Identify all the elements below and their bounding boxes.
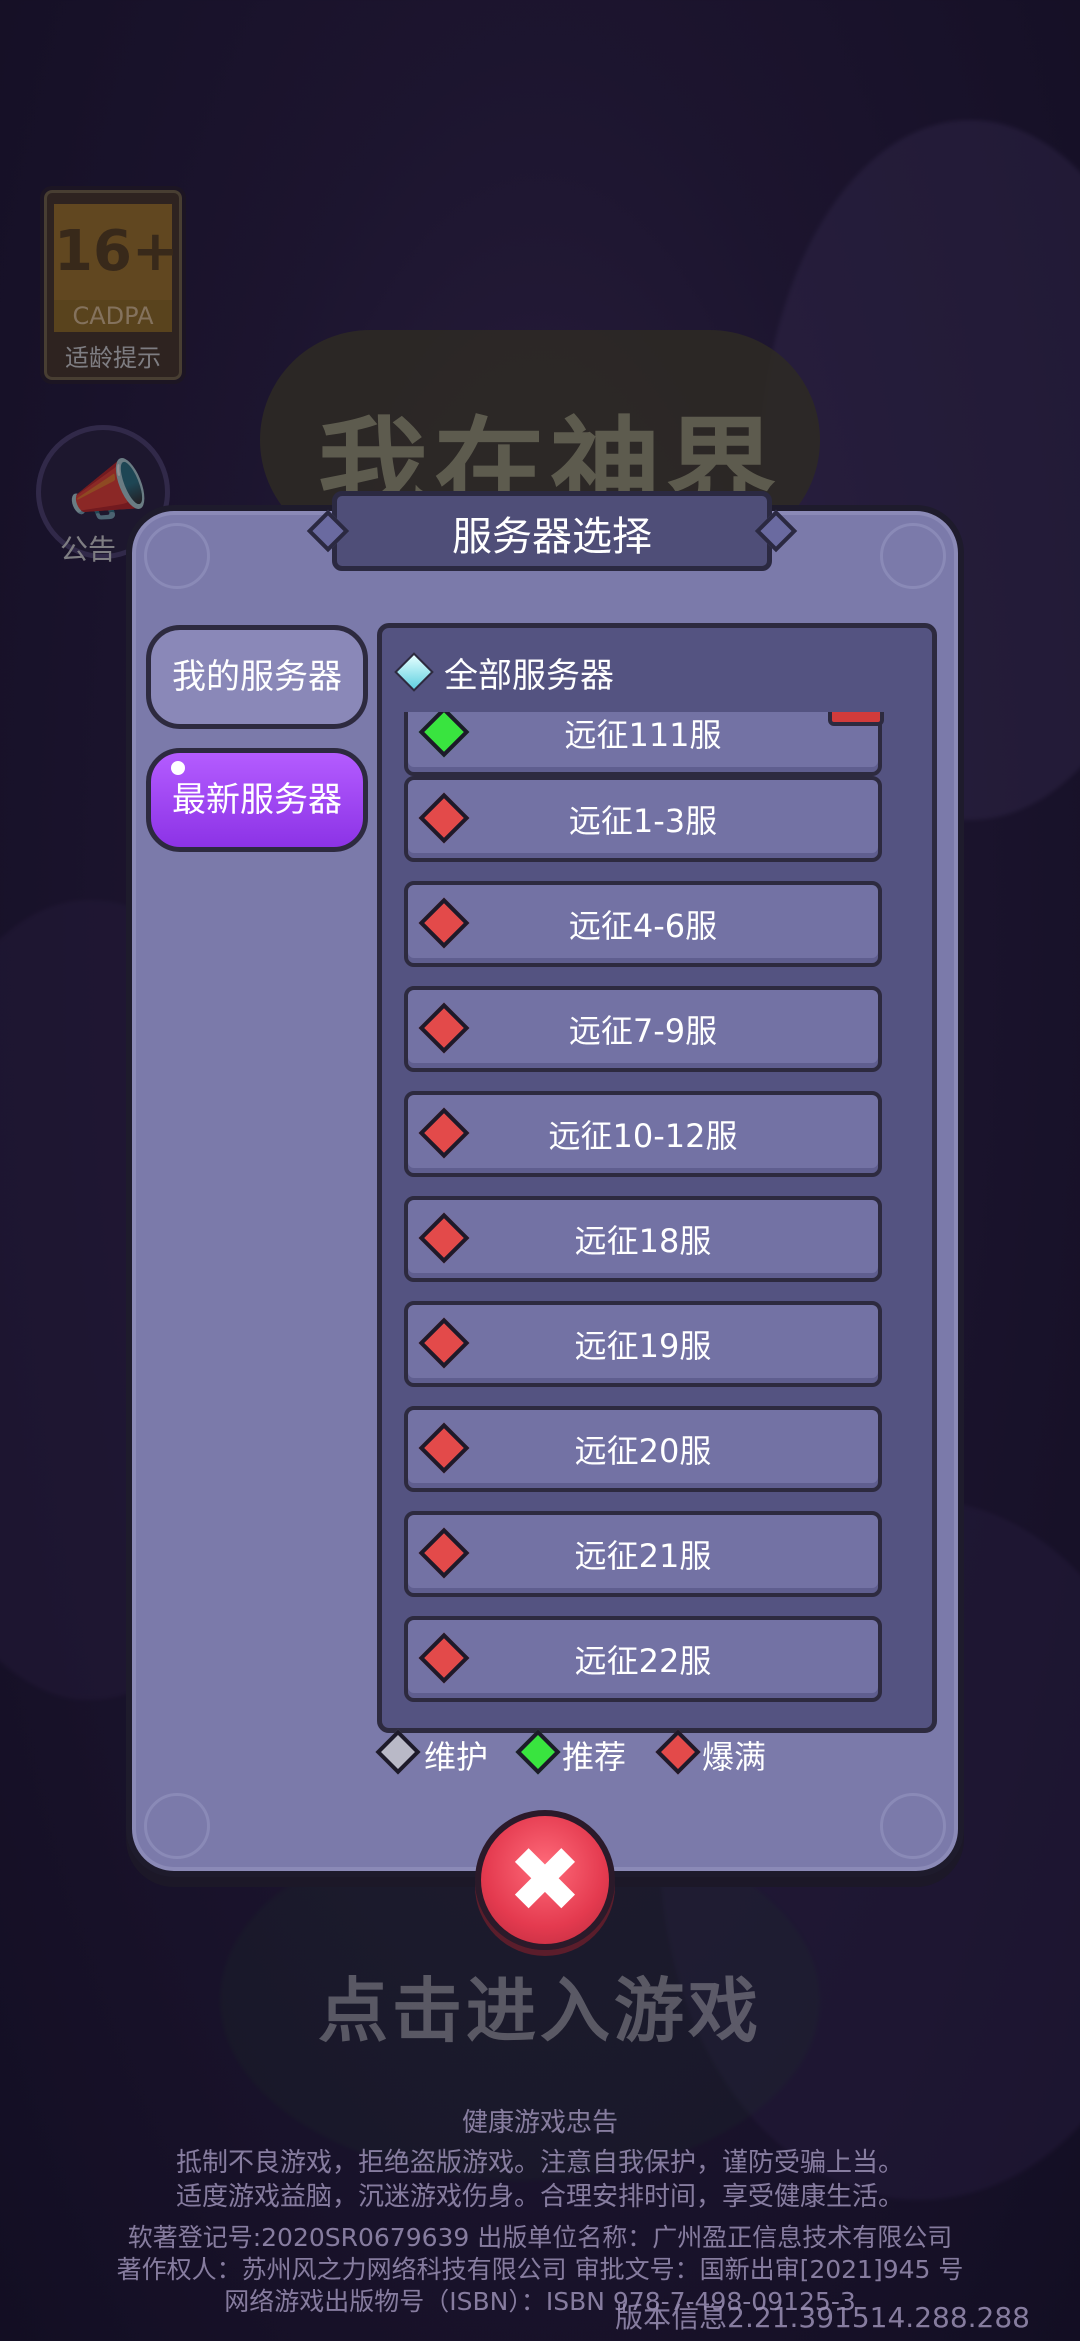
legend-label: 推荐 [562,1738,627,1776]
server-name: 远征4-6服 [568,907,718,945]
server-name: 远征22服 [574,1642,712,1680]
server-name: 远征19服 [574,1327,712,1365]
tab-my-servers[interactable]: 我的服务器 [146,625,368,729]
panel-title: 全部服务器 [444,656,614,696]
legend-label: 维护 [424,1738,489,1776]
server-item[interactable]: 远征19服 [404,1301,882,1387]
version-info: 版本信息2.21.391514.288.288 [615,2301,1030,2334]
corner-ornament [880,523,946,589]
health-notice-line: 抵制不良游戏，拒绝盗版游戏。注意自我保护，谨防受骗上当。 [175,2148,904,2178]
gem-icon [394,652,434,692]
server-name: 远征18服 [574,1222,712,1260]
corner-ornament [144,523,210,589]
health-notice: 抵制不良游戏，拒绝盗版游戏。注意自我保护，谨防受骗上当。 适度游戏益脑，沉迷游戏… [0,2146,1080,2214]
health-notice-line: 适度游戏益脑，沉迷游戏伤身。合理安排时间，享受健康生活。 [175,2182,904,2212]
server-item[interactable]: 远征10-12服 [404,1091,882,1177]
health-notice-title: 健康游戏忠告 [461,2108,618,2138]
server-item[interactable]: 远征111服 新 [404,712,884,776]
server-item[interactable]: 远征21服 [404,1511,882,1597]
server-list-panel: 全部服务器 远征111服 新 远征1-3服 远征4-6服 远征7-9服 [377,623,937,1733]
server-list[interactable]: 远征111服 新 远征1-3服 远征4-6服 远征7-9服 远征10-12服 [382,712,932,1724]
server-name: 远征7-9服 [568,1012,718,1050]
server-item[interactable]: 远征7-9服 [404,986,882,1072]
dialog-title-bar: 服务器选择 [306,491,798,571]
server-name: 远征20服 [574,1432,712,1470]
registration-line: 著作权人：苏州风之力网络科技有限公司 审批文号：国新出审[2021]945 号 [116,2255,964,2284]
registration-line: 软著登记号:2020SR0679639 出版单位名称：广州盈正信息技术有限公司 [127,2223,953,2252]
server-item[interactable]: 远征1-3服 [404,776,882,862]
server-name: 远征111服 [564,716,722,754]
status-legend: 维护 推荐 爆满 [372,1724,792,1784]
new-badge: 新 [828,712,884,726]
server-select-dialog: 服务器选择 我的服务器 最新服务器 全部服务器 远征111服 新 远征1-3服 … [126,491,964,1877]
status-full-icon [655,1729,701,1775]
corner-ornament [144,1793,210,1859]
server-item[interactable]: 远征20服 [404,1406,882,1492]
tab-newest-servers[interactable]: 最新服务器 [146,748,368,852]
dialog-title: 服务器选择 [452,514,652,560]
legend-label: 爆满 [702,1738,767,1776]
tab-label: 最新服务器 [172,780,342,820]
close-icon: ✖ [507,1828,583,1933]
server-name: 远征10-12服 [548,1117,738,1155]
server-item[interactable]: 远征18服 [404,1196,882,1282]
server-name: 远征1-3服 [568,802,718,840]
status-recommended-icon [515,1729,561,1775]
server-item[interactable]: 远征22服 [404,1616,882,1702]
notification-dot [171,761,185,775]
server-name: 远征21服 [574,1537,712,1575]
status-maintenance-icon [375,1729,421,1775]
panel-header: 全部服务器 [382,628,932,712]
corner-ornament [880,1793,946,1859]
enter-game-text[interactable]: 点击进入游戏 [0,1955,1080,2056]
close-button[interactable]: ✖ [475,1810,615,1950]
server-item[interactable]: 远征4-6服 [404,881,882,967]
